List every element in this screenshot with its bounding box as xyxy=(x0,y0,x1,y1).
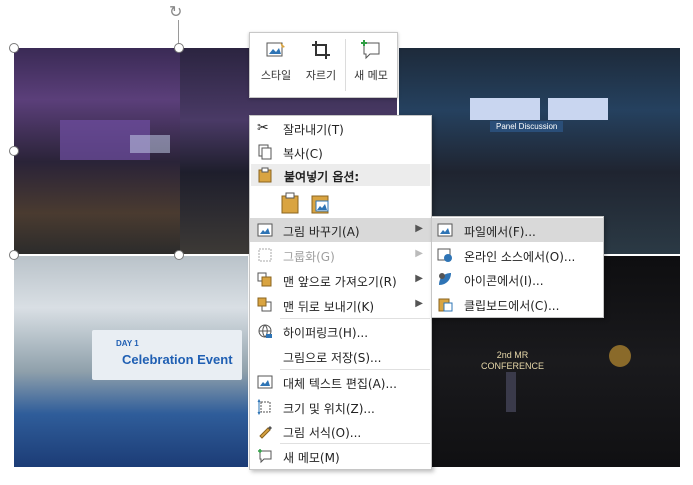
from-file-icon xyxy=(437,223,453,237)
menu-item-new-memo[interactable]: 새 메모(M) xyxy=(250,444,431,468)
menu-item-format-picture-label: 그림 서식(O)... xyxy=(283,426,362,440)
resize-handle-top-left[interactable] xyxy=(9,43,19,53)
toolbar-separator xyxy=(345,39,346,91)
celebration-banner-text: Celebration Event xyxy=(122,352,233,367)
menu-item-new-memo-label: 새 메모(M) xyxy=(283,451,340,465)
change-picture-icon xyxy=(257,223,273,237)
new-memo-label: 새 메모 xyxy=(354,69,388,82)
menu-item-bring-to-front[interactable]: 맨 앞으로 가져오기(R) ▶ xyxy=(250,268,431,292)
menu-item-change-picture[interactable]: 그림 바꾸기(A) ▶ xyxy=(250,218,431,242)
style-label: 스타일 xyxy=(260,69,292,82)
submenu-item-from-clipboard[interactable]: 클립보드에서(C)... xyxy=(432,292,603,316)
paste-options-label: 붙여넣기 옵션: xyxy=(284,170,360,184)
rotation-connector xyxy=(178,20,179,44)
rotate-handle-icon[interactable]: ↻ xyxy=(169,4,185,20)
size-position-icon xyxy=(257,399,271,415)
menu-item-copy[interactable]: 복사(C) xyxy=(250,140,431,164)
resize-handle-bottom-left[interactable] xyxy=(9,250,19,260)
paste-keep-formatting-icon[interactable] xyxy=(280,192,302,214)
submenu-item-online-sources[interactable]: 온라인 소스에서(O)... xyxy=(432,243,603,267)
new-comment-icon xyxy=(361,40,380,60)
menu-item-group[interactable]: 그룹화(G) ▶ xyxy=(250,243,431,267)
emblem-logo xyxy=(609,345,631,367)
group-icon xyxy=(258,248,272,262)
menu-item-save-as-picture[interactable]: 그림으로 저장(S)... xyxy=(250,344,431,368)
menu-item-cut[interactable]: ✂ 잘라내기(T) xyxy=(250,116,431,140)
panel-screen xyxy=(470,98,540,120)
alt-text-icon xyxy=(257,375,273,389)
crop-button[interactable]: 자르기 xyxy=(299,37,343,93)
menu-item-bring-to-front-label: 맨 앞으로 가져오기(R) xyxy=(283,275,397,289)
submenu-item-from-file-label: 파일에서(F)... xyxy=(464,225,536,239)
crop-icon xyxy=(312,41,330,59)
mr-conference-title: 2nd MR CONFERENCE xyxy=(481,350,544,372)
style-button[interactable]: 스타일 xyxy=(254,37,298,93)
menu-item-edit-alt-text[interactable]: 대체 텍스트 편집(A)... xyxy=(250,370,431,394)
send-to-back-icon xyxy=(257,297,272,312)
copy-icon xyxy=(258,144,272,160)
hyperlink-icon xyxy=(258,324,272,338)
paste-options-header: 붙여넣기 옵션: xyxy=(251,164,430,186)
menu-item-copy-label: 복사(C) xyxy=(283,147,323,161)
mini-toolbar: 스타일 자르기 새 메모 xyxy=(249,32,398,98)
change-picture-submenu: 파일에서(F)... 온라인 소스에서(O)... 아이콘에서(I)... 클립… xyxy=(431,216,604,318)
menu-item-save-as-picture-label: 그림으로 저장(S)... xyxy=(283,351,382,365)
resize-handle-middle-left[interactable] xyxy=(9,146,19,156)
submenu-item-from-icons-label: 아이콘에서(I)... xyxy=(464,274,544,288)
new-comment-icon xyxy=(258,449,272,464)
resize-handle-top-middle[interactable] xyxy=(174,43,184,53)
menu-item-hyperlink[interactable]: 하이퍼링크(H)... xyxy=(250,319,431,343)
paste-icon xyxy=(258,167,272,183)
submenu-arrow-icon: ▶ xyxy=(415,223,423,234)
format-picture-icon xyxy=(259,426,272,439)
resize-handle-bottom-middle[interactable] xyxy=(174,250,184,260)
submenu-arrow-icon: ▶ xyxy=(415,248,423,259)
mr-title-line2: CONFERENCE xyxy=(481,361,545,371)
speaker-figure xyxy=(506,372,516,412)
mr-title-line1: 2nd MR xyxy=(496,350,529,360)
panel-screen-2 xyxy=(548,98,608,120)
bring-to-front-icon xyxy=(257,272,272,287)
menu-item-send-to-back-label: 맨 뒤로 보내기(K) xyxy=(283,300,375,314)
menu-item-size-position[interactable]: 크기 및 위치(Z)... xyxy=(250,395,431,419)
clipboard-icon xyxy=(438,298,453,312)
submenu-arrow-icon: ▶ xyxy=(415,298,423,309)
icons-icon xyxy=(439,273,451,285)
paste-as-picture-icon[interactable] xyxy=(310,192,332,214)
submenu-item-from-file[interactable]: 파일에서(F)... xyxy=(432,218,603,242)
menu-item-send-to-back[interactable]: 맨 뒤로 보내기(K) ▶ xyxy=(250,293,431,317)
day-label: DAY 1 xyxy=(116,339,139,348)
menu-item-edit-alt-text-label: 대체 텍스트 편집(A)... xyxy=(283,377,397,391)
submenu-item-online-sources-label: 온라인 소스에서(O)... xyxy=(464,250,576,264)
context-menu: ✂ 잘라내기(T) 복사(C) 붙여넣기 옵션: 그림 바꾸기(A) ▶ 그룹화… xyxy=(249,115,432,470)
panel-discussion-banner: Panel Discussion xyxy=(490,121,564,132)
menu-item-size-position-label: 크기 및 위치(Z)... xyxy=(283,402,375,416)
crop-label: 자르기 xyxy=(305,69,337,82)
menu-item-group-label: 그룹화(G) xyxy=(283,250,335,264)
scissors-icon: ✂ xyxy=(257,120,269,136)
new-memo-button[interactable]: 새 메모 xyxy=(348,37,394,93)
submenu-item-from-icons[interactable]: 아이콘에서(I)... xyxy=(432,267,603,291)
submenu-item-from-clipboard-label: 클립보드에서(C)... xyxy=(464,299,560,313)
menu-item-cut-label: 잘라내기(T) xyxy=(283,123,344,137)
submenu-arrow-icon: ▶ xyxy=(415,273,423,284)
stage-screen xyxy=(130,135,170,153)
menu-item-format-picture[interactable]: 그림 서식(O)... xyxy=(250,419,431,443)
picture-style-icon xyxy=(266,42,285,57)
menu-item-change-picture-label: 그림 바꾸기(A) xyxy=(283,225,360,239)
menu-item-hyperlink-label: 하이퍼링크(H)... xyxy=(283,326,369,340)
online-picture-icon xyxy=(437,248,452,262)
